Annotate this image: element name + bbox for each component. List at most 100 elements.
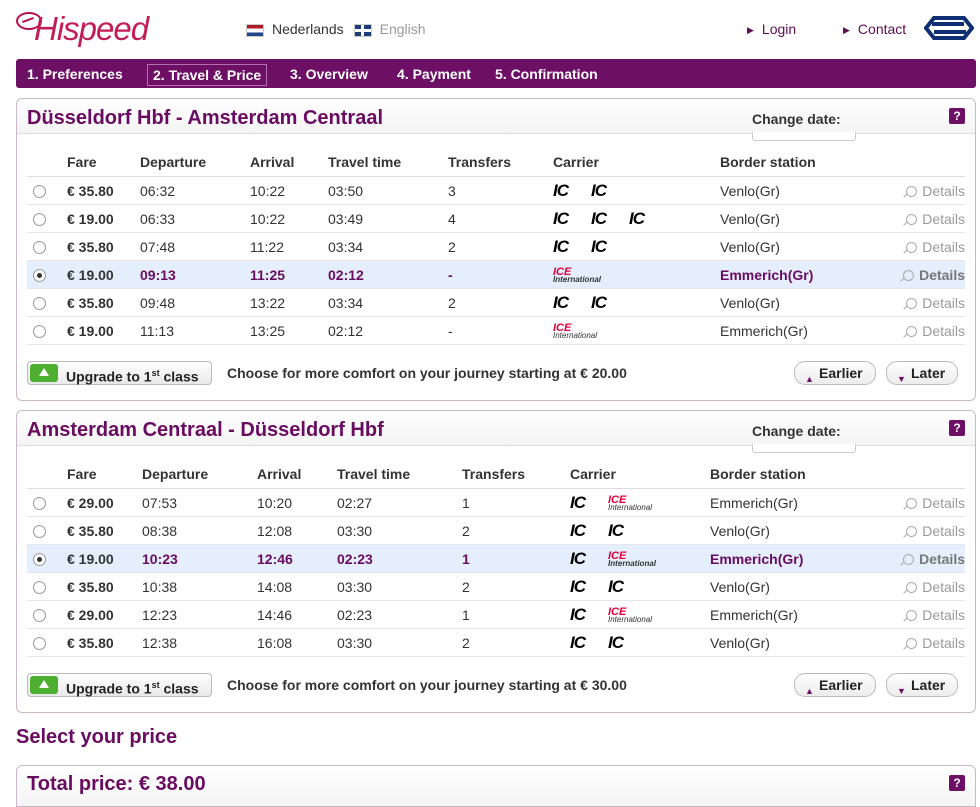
select-radio[interactable] [33,241,46,255]
select-radio[interactable] [33,581,46,595]
table-row[interactable]: € 35.80 10:38 14:08 03:30 2 IC IC Venlo(Gr) Deta… [27,572,965,601]
col-header: Border station [720,148,870,177]
details-link[interactable]: Details [860,572,965,601]
fare: € 35.80 [67,628,142,657]
table-row[interactable]: € 19.00 06:33 10:22 03:49 4 IC IC IC Venlo(Gr) De… [27,204,965,233]
details-link[interactable]: Details [870,316,965,345]
details-link[interactable]: Details [860,628,965,657]
details-link[interactable]: Details [860,600,965,629]
select-radio[interactable] [33,269,46,283]
ice-international-logo: ICE International [608,606,658,624]
carrier: IC IC [570,628,710,657]
later-button[interactable]: ▼ Later [886,361,959,385]
return-panel: Amsterdam Centraal - Düsseldorf Hbf Chan… [16,410,976,713]
select-radio[interactable] [33,497,46,511]
help-icon[interactable]: ? [949,108,965,124]
arrow-up-icon [30,676,58,694]
select-cell [27,288,67,317]
return-change-date[interactable]: Change date: [752,423,856,453]
border-station: Venlo(Gr) [710,516,860,545]
table-row[interactable]: € 35.80 06:32 10:22 03:50 3 IC IC Venlo(Gr) Deta… [27,176,965,205]
ns-logo-icon [924,16,974,40]
details-link[interactable]: Details [860,516,965,545]
step-travel-price[interactable]: 2. Travel & Price [147,64,268,86]
table-row[interactable]: € 35.80 07:48 11:22 03:34 2 IC IC Venlo(Gr) Deta… [27,232,965,261]
contact-link[interactable]: ▶ Contact [843,21,906,37]
details-link[interactable]: Details [870,176,965,205]
select-radio[interactable] [33,185,46,199]
details-label: Details [922,238,965,255]
details-label: Details [922,322,965,339]
departure: 06:32 [140,176,250,205]
table-row[interactable]: € 35.80 12:38 16:08 03:30 2 IC IC Venlo(Gr) Deta… [27,628,965,657]
later-button[interactable]: ▼ Later [886,673,959,697]
step-overview[interactable]: 3. Overview [290,59,368,88]
help-icon[interactable]: ? [949,775,965,791]
select-radio[interactable] [33,325,46,339]
upgrade-first-class-button[interactable]: Upgrade to 1st class [27,673,212,697]
login-link[interactable]: ▶ Login [747,21,796,37]
upgrade-suffix: class [159,680,199,697]
travel-time: 02:27 [337,488,462,517]
select-cell [27,260,67,289]
table-row[interactable]: € 35.80 09:48 13:22 03:34 2 IC IC Venlo(Gr) Deta… [27,288,965,317]
step-payment[interactable]: 4. Payment [397,59,471,88]
details-label: Details [922,294,965,311]
table-row[interactable]: € 35.80 08:38 12:08 03:30 2 IC IC Venlo(Gr) Deta… [27,516,965,545]
upgrade-label: Upgrade to 1 [66,680,152,697]
col-header: Arrival [257,460,337,489]
select-radio[interactable] [33,609,46,623]
arrival: 11:25 [250,260,328,289]
details-link[interactable]: Details [870,232,965,261]
earlier-button[interactable]: ▲ Earlier [794,673,876,697]
upgrade-first-class-button[interactable]: Upgrade to 1st class [27,361,212,385]
triangle-right-icon: ▶ [843,25,850,35]
details-label: Details [922,634,965,651]
select-cell [27,176,67,205]
upgrade-label: Upgrade to 1 [66,368,152,385]
brand-name: Hispeed [34,10,149,47]
table-row[interactable]: € 29.00 07:53 10:20 02:27 1 IC ICE Internationa… [27,488,965,517]
outbound-panel-header: Düsseldorf Hbf - Amsterdam Centraal Chan… [17,99,975,141]
border-station: Emmerich(Gr) [710,488,860,517]
step-preferences[interactable]: 1. Preferences [27,59,123,88]
select-cell [27,316,67,345]
language-en[interactable]: English [353,21,426,37]
table-row[interactable]: € 19.00 11:13 13:25 02:12- ICE International E… [27,316,965,345]
details-link[interactable]: Details [860,544,965,573]
total-price: Total price: € 38.00 [27,773,206,795]
travel-time: 03:30 [337,572,462,601]
select-radio[interactable] [33,553,46,567]
details-link[interactable]: Details [870,204,965,233]
magnifier-icon [906,241,918,253]
select-radio[interactable] [33,297,46,311]
details-link[interactable]: Details [870,288,965,317]
carrier: IC IC [570,572,710,601]
magnifier-icon [906,581,918,593]
earlier-button[interactable]: ▲ Earlier [794,361,876,385]
details-link[interactable]: Details [870,260,965,289]
hispeed-logo[interactable]: Hispeed [16,8,166,48]
select-radio[interactable] [33,213,46,227]
select-radio[interactable] [33,525,46,539]
select-radio[interactable] [33,637,46,651]
language-nl[interactable]: Nederlands [246,21,344,37]
magnifier-icon [906,185,918,197]
help-icon[interactable]: ? [949,420,965,436]
details-link[interactable]: Details [860,488,965,517]
departure: 07:53 [142,488,257,517]
carrier: IC IC [553,232,720,261]
table-row[interactable]: € 19.00 09:13 11:25 02:12- ICE International E… [27,260,965,289]
fare: € 35.80 [67,572,142,601]
border-station: Venlo(Gr) [710,628,860,657]
select-cell [27,544,67,573]
select-cell [27,204,67,233]
later-label: Later [911,677,946,693]
transfers: 2 [448,288,553,317]
arrival: 13:25 [250,316,328,345]
step-confirmation[interactable]: 5. Confirmation [495,59,598,88]
table-header-row: Fare Departure Arrival Travel time Transfers… [27,460,965,489]
outbound-change-date[interactable]: Change date: [752,111,856,141]
table-row[interactable]: € 29.00 12:23 14:46 02:23 1 IC ICE Internationa… [27,600,965,629]
table-row[interactable]: € 19.00 10:23 12:46 02:23 1 IC ICE Internationa… [27,544,965,573]
